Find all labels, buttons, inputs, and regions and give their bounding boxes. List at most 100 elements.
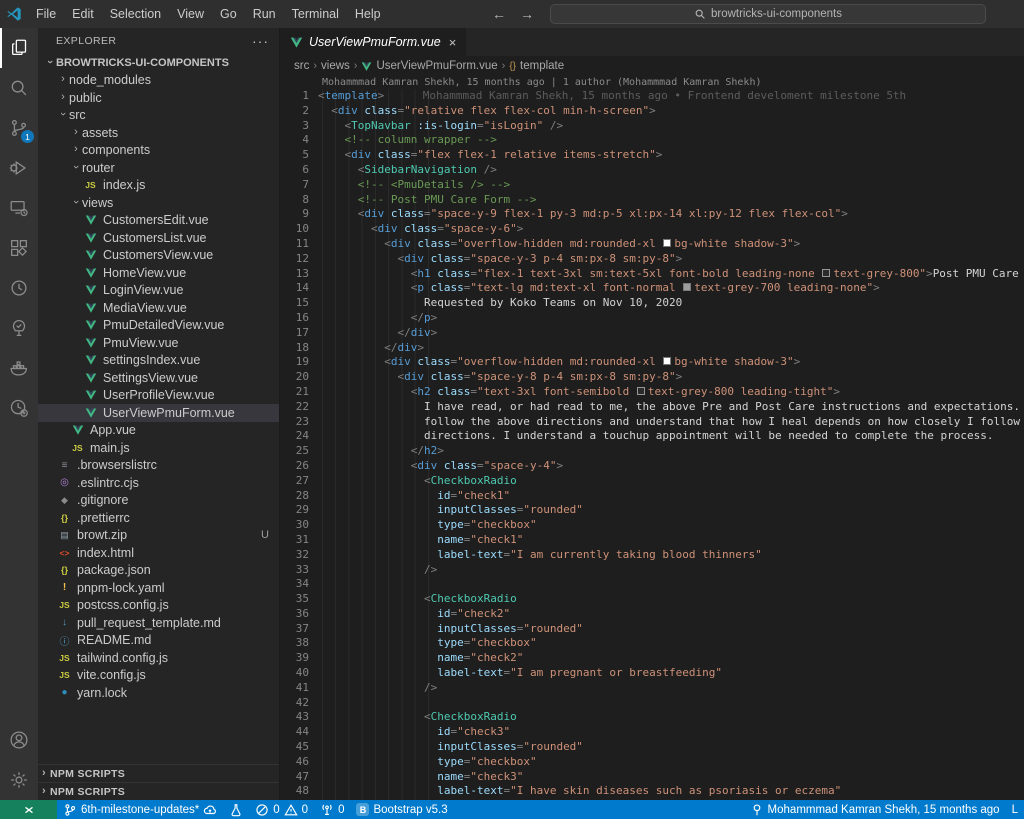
search-activity-icon[interactable] [0, 68, 38, 108]
tree-item-userviewpmuform.vue[interactable]: UserViewPmuForm.vue [38, 404, 279, 422]
tree-item-readme.md[interactable]: ⓘREADME.md [38, 632, 279, 650]
line-number[interactable]: 19 [280, 355, 318, 370]
code-line-23[interactable]: 23 follow the above directions and under… [280, 415, 1024, 430]
line-number[interactable]: 47 [280, 770, 318, 785]
line-number[interactable]: 38 [280, 636, 318, 651]
line-number[interactable]: 40 [280, 666, 318, 681]
code-line-27[interactable]: 27 <CheckboxRadio [280, 474, 1024, 489]
testing-activity-icon[interactable] [0, 308, 38, 348]
tree-item-pmuview.vue[interactable]: PmuView.vue [38, 334, 279, 352]
line-number[interactable]: 1 [280, 89, 318, 104]
tree-item-mediaview.vue[interactable]: MediaView.vue [38, 299, 279, 317]
code-line-39[interactable]: 39 name="check2" [280, 651, 1024, 666]
code-line-30[interactable]: 30 type="checkbox" [280, 518, 1024, 533]
tree-item-pmudetailedview.vue[interactable]: PmuDetailedView.vue [38, 317, 279, 335]
menu-go[interactable]: Go [212, 0, 245, 28]
line-number[interactable]: 29 [280, 503, 318, 518]
tree-item-settingsindex.vue[interactable]: settingsIndex.vue [38, 352, 279, 370]
code-line-13[interactable]: 13 <h1 class="flex-1 text-3xl sm:text-5x… [280, 267, 1024, 282]
code-line-48[interactable]: 48 label-text="I have skin diseases such… [280, 784, 1024, 799]
timeline-activity-icon[interactable] [0, 268, 38, 308]
line-number[interactable]: 20 [280, 370, 318, 385]
line-number[interactable]: 9 [280, 207, 318, 222]
account-activity-icon[interactable] [0, 720, 38, 760]
code-line-17[interactable]: 17 </div> [280, 326, 1024, 341]
code-line-12[interactable]: 12 <div class="space-y-3 p-4 sm:px-8 sm:… [280, 252, 1024, 267]
tree-item-pull_request_template.md[interactable]: ↓pull_request_template.md [38, 614, 279, 632]
menu-help[interactable]: Help [347, 0, 389, 28]
code-line-10[interactable]: 10 <div class="space-y-6"> [280, 222, 1024, 237]
line-number[interactable]: 21 [280, 385, 318, 400]
menu-run[interactable]: Run [245, 0, 284, 28]
code-line-43[interactable]: 43 <CheckboxRadio [280, 710, 1024, 725]
line-number[interactable]: 3 [280, 119, 318, 134]
tree-item-src[interactable]: ›src [38, 107, 279, 125]
menu-view[interactable]: View [169, 0, 212, 28]
code-line-11[interactable]: 11 <div class="overflow-hidden md:rounde… [280, 237, 1024, 252]
tree-item-app.vue[interactable]: App.vue [38, 422, 279, 440]
explorer-more-actions-icon[interactable]: ··· [252, 33, 269, 49]
code-line-34[interactable]: 34 [280, 577, 1024, 592]
cursor-position-clipped[interactable]: L [1006, 800, 1024, 819]
code-line-7[interactable]: 7 <!-- <PmuDetails /> --> [280, 178, 1024, 193]
breadcrumb-views[interactable]: views [321, 60, 350, 72]
ports-status[interactable]: 0 [314, 800, 350, 819]
problems-status[interactable]: 0 0 [249, 800, 314, 819]
breadcrumb-src[interactable]: src [294, 60, 309, 72]
line-number[interactable]: 44 [280, 725, 318, 740]
tab-userviewpmuform[interactable]: UserViewPmuForm.vue × [280, 28, 466, 56]
line-number[interactable]: 33 [280, 563, 318, 578]
code-line-9[interactable]: 9 <div class="space-y-9 flex-1 py-3 md:p… [280, 207, 1024, 222]
line-number[interactable]: 15 [280, 296, 318, 311]
code-line-8[interactable]: 8 <!-- Post PMU Care Form --> [280, 193, 1024, 208]
tree-item-userprofileview.vue[interactable]: UserProfileView.vue [38, 387, 279, 405]
code-line-33[interactable]: 33 /> [280, 563, 1024, 578]
line-number[interactable]: 25 [280, 444, 318, 459]
line-number[interactable]: 16 [280, 311, 318, 326]
tree-item-public[interactable]: ›public [38, 89, 279, 107]
tree-item-.prettierrc[interactable]: {}.prettierrc [38, 509, 279, 527]
line-number[interactable]: 14 [280, 281, 318, 296]
tree-item-homeview.vue[interactable]: HomeView.vue [38, 264, 279, 282]
section-npm-scripts[interactable]: ›NPM SCRIPTS [38, 782, 279, 800]
line-number[interactable]: 41 [280, 681, 318, 696]
code-line-20[interactable]: 20 <div class="space-y-8 p-4 sm:px-8 sm:… [280, 370, 1024, 385]
tree-item-main.js[interactable]: JSmain.js [38, 439, 279, 457]
tree-item-views[interactable]: ›views [38, 194, 279, 212]
code-line-1[interactable]: 1<template>Mohammmad Kamran Shekh, 15 mo… [280, 89, 1024, 104]
code-line-24[interactable]: 24 directions. I understand a touchup ap… [280, 429, 1024, 444]
line-number[interactable]: 8 [280, 193, 318, 208]
nav-back-icon[interactable]: ← [492, 6, 506, 22]
breadcrumb-template[interactable]: {}template [509, 60, 564, 72]
menu-edit[interactable]: Edit [64, 0, 102, 28]
command-center-search[interactable]: browtricks-ui-components [550, 4, 986, 24]
extensions-activity-icon[interactable] [0, 228, 38, 268]
line-number[interactable]: 23 [280, 415, 318, 430]
code-line-36[interactable]: 36 id="check2" [280, 607, 1024, 622]
code-line-6[interactable]: 6 <SidebarNavigation /> [280, 163, 1024, 178]
line-number[interactable]: 42 [280, 696, 318, 711]
remote-explorer-activity-icon[interactable] [0, 188, 38, 228]
nav-forward-icon[interactable]: → [520, 6, 534, 22]
code-line-28[interactable]: 28 id="check1" [280, 489, 1024, 504]
line-number[interactable]: 32 [280, 548, 318, 563]
line-number[interactable]: 17 [280, 326, 318, 341]
vscode-logo-icon[interactable] [0, 6, 28, 22]
line-number[interactable]: 36 [280, 607, 318, 622]
tree-item-vite.config.js[interactable]: JSvite.config.js [38, 667, 279, 685]
settings-activity-icon[interactable] [0, 760, 38, 800]
resource-monitor-activity-icon[interactable] [0, 388, 38, 428]
line-number[interactable]: 37 [280, 622, 318, 637]
code-line-42[interactable]: 42 [280, 696, 1024, 711]
code-line-38[interactable]: 38 type="checkbox" [280, 636, 1024, 651]
line-number[interactable]: 46 [280, 755, 318, 770]
line-number[interactable]: 13 [280, 267, 318, 282]
code-line-19[interactable]: 19 <div class="overflow-hidden md:rounde… [280, 355, 1024, 370]
remote-indicator[interactable] [0, 800, 57, 819]
code-line-41[interactable]: 41 /> [280, 681, 1024, 696]
code-line-16[interactable]: 16 </p> [280, 311, 1024, 326]
tree-root[interactable]: ›BROWTRICKS-UI-COMPONENTS [38, 54, 279, 72]
line-number[interactable]: 2 [280, 104, 318, 119]
menu-terminal[interactable]: Terminal [284, 0, 347, 28]
code-editor[interactable]: Mohammmad Kamran Shekh, 15 months ago | … [280, 76, 1024, 800]
